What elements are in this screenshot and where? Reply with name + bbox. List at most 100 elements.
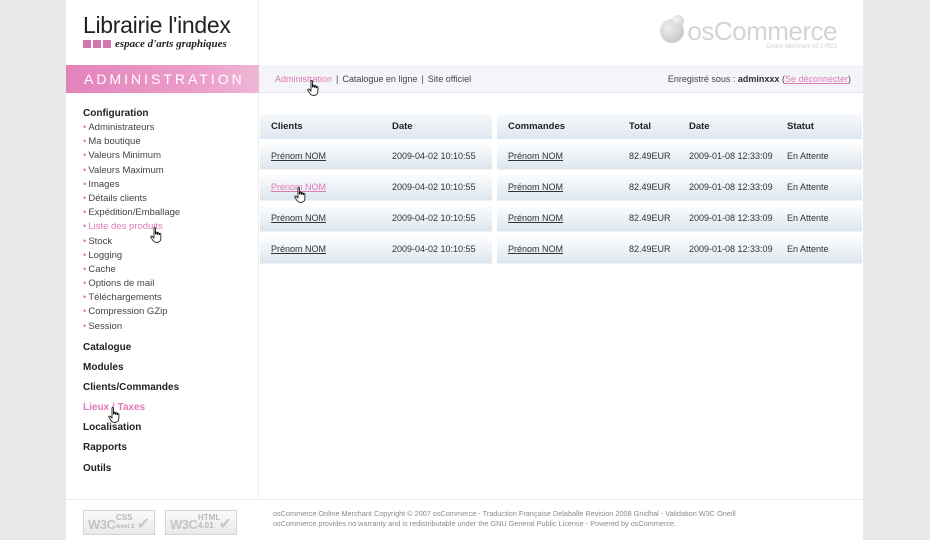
badge-label: CSS level 2 xyxy=(116,514,134,531)
column-header-clients: Clients xyxy=(260,114,381,141)
bullet-icon: • xyxy=(83,150,87,162)
sidebar-item-label: Valeurs Minimum xyxy=(88,150,162,162)
column-header-date: Date xyxy=(678,114,776,141)
logo-title: Librairie l'index xyxy=(83,12,231,38)
logout-link[interactable]: Se déconnecter xyxy=(785,74,848,84)
order-total-cell: 82.49EUR xyxy=(618,231,678,264)
client-name-cell: Prénom NOM xyxy=(260,200,381,233)
bullet-icon: • xyxy=(83,207,87,219)
sidebar-item-label: Session xyxy=(88,320,123,332)
bullet-icon: • xyxy=(83,320,87,332)
orders-table: Commandes Total Date Statut Prénom NOM 8… xyxy=(497,114,862,264)
sidebar-category-modules[interactable]: Modules xyxy=(83,361,179,381)
sidebar-item-ma-boutique[interactable]: • Ma boutique xyxy=(83,135,180,149)
sidebar-item-administrateurs[interactable]: • Administrateurs xyxy=(83,121,180,135)
table-header-row: Clients Date xyxy=(260,114,492,141)
sidebar-item-details-clients[interactable]: • Détails clients xyxy=(83,192,180,206)
order-date-cell: 2009-01-08 12:33:09 xyxy=(678,169,776,202)
w3c-logo-text: W3C xyxy=(170,517,198,532)
sidebar-item-label: Expédition/Emballage xyxy=(88,207,181,219)
nav-administration[interactable]: Administration xyxy=(275,74,332,84)
user-info: Enregistré sous : adminxxx (Se déconnect… xyxy=(667,74,851,84)
sidebar-category-rapports[interactable]: Rapports xyxy=(83,441,179,461)
nav-site-officiel[interactable]: Site officiel xyxy=(428,74,471,84)
sidebar-category-localisation[interactable]: Localisation xyxy=(83,421,179,441)
sidebar-item-logging[interactable]: • Logging xyxy=(83,249,180,263)
bullet-icon: • xyxy=(83,235,87,247)
sidebar-item-valeurs-maximum[interactable]: • Valeurs Maximum xyxy=(83,164,180,178)
table-header-row: Commandes Total Date Statut xyxy=(497,114,862,141)
sidebar-item-stock[interactable]: • Stock xyxy=(83,235,180,249)
client-date-cell: 2009-04-02 10:10:55 xyxy=(381,231,492,264)
logo-subtitle: espace d'arts graphiques xyxy=(83,38,227,50)
sidebar-item-telechargements[interactable]: • Téléchargements xyxy=(83,291,180,305)
page: Librairie l'index espace d'arts graphiqu… xyxy=(66,0,863,540)
sidebar-category-catalogue[interactable]: Catalogue xyxy=(83,341,179,361)
sidebar-category-lieux-taxes[interactable]: Lieux / Taxes xyxy=(83,401,179,421)
order-link[interactable]: Prénom NOM xyxy=(508,244,563,254)
order-status-cell: En Attente xyxy=(776,200,862,233)
bullet-icon: • xyxy=(83,278,87,290)
sidebar-item-options-mail[interactable]: • Options de mail xyxy=(83,277,180,291)
table-row: Prénom NOM 2009-04-02 10:10:55 xyxy=(260,200,492,233)
badge-label-line2: 4.01 xyxy=(198,521,214,530)
admin-banner: ADMINISTRATION xyxy=(66,65,259,93)
copyright-line: osCommerce Online Merchant Copyright © 2… xyxy=(273,509,736,518)
admin-banner-label: ADMINISTRATION xyxy=(84,71,245,87)
sidebar-item-liste-produits[interactable]: • Liste des produits xyxy=(83,220,180,234)
order-status-cell: En Attente xyxy=(776,138,862,171)
sidebar-category-clients-commandes[interactable]: Clients/Commandes xyxy=(83,381,179,401)
sidebar-category-outils[interactable]: Outils xyxy=(83,462,179,482)
username: adminxxx xyxy=(737,74,780,84)
sidebar-item-images[interactable]: • Images xyxy=(83,178,180,192)
copyright-notice: osCommerce Online Merchant Copyright © 2… xyxy=(273,509,853,529)
badge-label: HTML 4.01 xyxy=(198,514,220,530)
oscommerce-brand: osCommerce xyxy=(687,16,837,46)
client-name-cell: Prénom NOM xyxy=(260,231,381,264)
client-date-cell: 2009-04-02 10:10:55 xyxy=(381,200,492,233)
badge-label-line2: level 2 xyxy=(116,524,135,530)
sidebar-item-valeurs-minimum[interactable]: • Valeurs Minimum xyxy=(83,149,180,163)
table-row: Prénom NOM 82.49EUR 2009-01-08 12:33:09 … xyxy=(497,138,862,171)
order-link[interactable]: Prénom NOM xyxy=(508,182,563,192)
sidebar-group-configuration[interactable]: Configuration xyxy=(83,108,149,119)
bullet-icon: • xyxy=(83,221,87,233)
client-link[interactable]: Prénom NOM xyxy=(271,151,326,161)
sidebar-item-label: Stock xyxy=(88,235,113,247)
user-prefix: Enregistré sous : xyxy=(667,74,736,84)
bullet-icon: • xyxy=(83,192,87,204)
sidebar-item-label: Détails clients xyxy=(88,192,147,204)
order-link[interactable]: Prénom NOM xyxy=(508,151,563,161)
bullet-icon: • xyxy=(83,136,87,148)
oscommerce-logo: osCommerce xyxy=(660,15,837,47)
bullet-icon: • xyxy=(83,164,87,176)
w3c-css-badge[interactable]: W3C CSS level 2 ✔ xyxy=(83,510,155,535)
sidebar-item-expedition[interactable]: • Expédition/Emballage xyxy=(83,206,180,220)
sidebar-item-session[interactable]: • Session xyxy=(83,320,180,334)
client-name-cell: Prénom NOM xyxy=(260,138,381,171)
store-logo[interactable]: Librairie l'index espace d'arts graphiqu… xyxy=(66,0,259,65)
sidebar-config-list: • Administrateurs • Ma boutique • Valeurs M… xyxy=(83,121,180,334)
w3c-logo-text: W3C xyxy=(88,517,116,532)
bullet-icon: • xyxy=(83,263,87,275)
bullet-icon: • xyxy=(83,249,87,261)
table-row: Prénom NOM 2009-04-02 10:10:55 xyxy=(260,231,492,264)
top-navigation: Administration | Catalogue en ligne | Site o… xyxy=(259,65,863,93)
bullet-icon: • xyxy=(83,292,87,304)
nav-catalogue[interactable]: Catalogue en ligne xyxy=(342,74,417,84)
column-header-date: Date xyxy=(381,114,492,141)
oscommerce-version: Online Merchant v2.2 RC1 xyxy=(766,44,837,50)
sidebar-item-cache[interactable]: • Cache xyxy=(83,263,180,277)
bullet-icon: • xyxy=(83,178,87,190)
sidebar-item-compression-gzip[interactable]: • Compression GZip xyxy=(83,305,180,319)
sidebar-item-label: Options de mail xyxy=(88,278,155,290)
client-name-cell: Prénom NOM xyxy=(260,169,381,202)
sidebar-item-label: Ma boutique xyxy=(88,136,141,148)
client-link[interactable]: Prénom NOM xyxy=(271,213,326,223)
w3c-html-badge[interactable]: W3C HTML 4.01 ✔ xyxy=(165,510,237,535)
table-row: Prénom NOM 2009-04-02 10:10:55 xyxy=(260,138,492,171)
bullet-icon: • xyxy=(83,122,87,133)
sidebar-category-list: Catalogue Modules Clients/Commandes Lieu… xyxy=(83,341,179,482)
order-link[interactable]: Prénom NOM xyxy=(508,213,563,223)
client-link[interactable]: Prénom NOM xyxy=(271,244,326,254)
